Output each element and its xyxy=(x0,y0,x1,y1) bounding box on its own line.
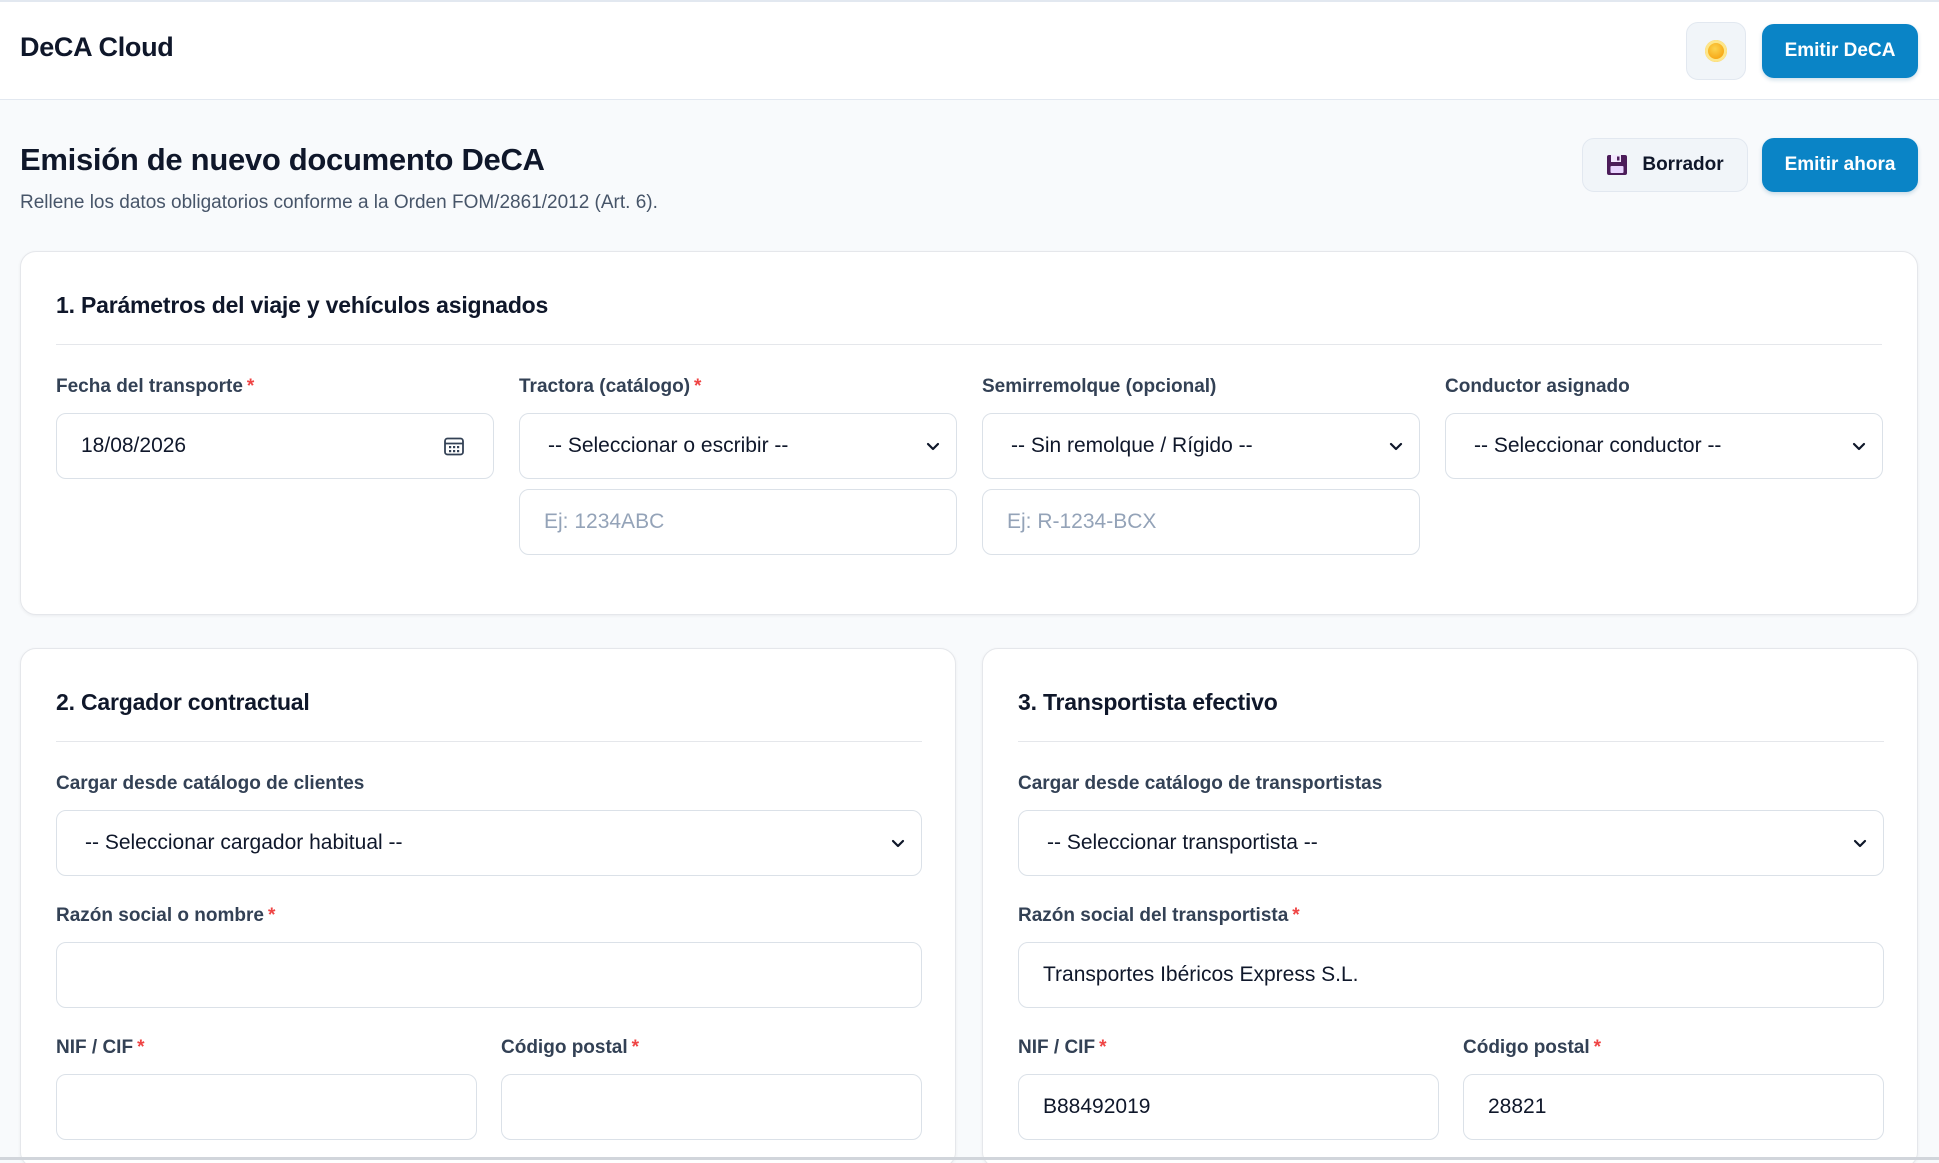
carrier-name-value: Transportes Ibéricos Express S.L. xyxy=(1043,963,1359,986)
section-2-title: 2. Cargador contractual xyxy=(56,689,310,715)
section-1-divider xyxy=(56,344,1882,345)
page-subtitle: Rellene los datos obligatorios conforme … xyxy=(20,192,658,213)
section-2-divider xyxy=(56,741,922,742)
shipper-catalog-label: Cargar desde catálogo de clientes xyxy=(56,773,365,794)
chevron-down-icon xyxy=(1852,442,1866,451)
chevron-down-icon xyxy=(1389,442,1403,451)
required-asterisk: * xyxy=(137,1037,145,1058)
top-bar: DeCA Cloud Emitir DeCA xyxy=(0,0,1939,100)
tractor-select-value: -- Seleccionar o escribir -- xyxy=(548,434,789,457)
chevron-down-icon xyxy=(891,839,905,848)
trailer-select-value: -- Sin remolque / Rígido -- xyxy=(1011,434,1253,457)
chevron-down-icon xyxy=(1853,839,1867,848)
emit-now-button[interactable]: Emitir ahora xyxy=(1762,138,1918,192)
carrier-postal-input[interactable]: 28821 xyxy=(1463,1074,1884,1140)
page-title: Emisión de nuevo documento DeCA xyxy=(20,142,545,177)
shipper-name-label: Razón social o nombre * xyxy=(56,905,276,926)
section-3-divider xyxy=(1018,741,1884,742)
floppy-disk-icon xyxy=(1607,155,1628,175)
trailer-plate-input[interactable]: Ej: R-1234-BCX xyxy=(982,489,1420,555)
carrier-card: 3. Transportista efectivo Cargar desde c… xyxy=(982,648,1918,1163)
carrier-name-label: Razón social del transportista * xyxy=(1018,905,1300,926)
trailer-label: Semirremolque (opcional) xyxy=(982,376,1217,397)
shipper-nif-input[interactable] xyxy=(56,1074,477,1140)
shipper-card: 2. Cargador contractual Cargar desde cat… xyxy=(20,648,956,1163)
section-1-title: 1. Parámetros del viaje y vehículos asig… xyxy=(56,292,549,318)
carrier-catalog-value: -- Seleccionar transportista -- xyxy=(1047,831,1318,854)
window-bottom-edge xyxy=(0,1157,1939,1160)
required-asterisk: * xyxy=(267,905,276,926)
section-3-title: 3. Transportista efectivo xyxy=(1018,689,1278,715)
required-asterisk: * xyxy=(246,376,255,397)
carrier-nif-label: NIF / CIF * xyxy=(1018,1037,1107,1058)
carrier-nif-value: B88492019 xyxy=(1043,1095,1151,1118)
chevron-down-icon xyxy=(926,442,940,451)
carrier-postal-value: 28821 xyxy=(1488,1095,1547,1118)
carrier-nif-input[interactable]: B88492019 xyxy=(1018,1074,1439,1140)
carrier-catalog-label: Cargar desde catálogo de transportistas xyxy=(1018,773,1383,794)
shipper-name-input[interactable] xyxy=(56,942,922,1008)
trip-parameters-card: 1. Parámetros del viaje y vehículos asig… xyxy=(20,251,1918,615)
shipper-catalog-value: -- Seleccionar cargador habitual -- xyxy=(85,831,403,854)
date-label: Fecha del transporte * xyxy=(56,376,255,397)
tractor-select[interactable]: -- Seleccionar o escribir -- xyxy=(519,413,957,479)
required-asterisk: * xyxy=(1292,905,1300,926)
tractor-label: Tractora (catálogo) * xyxy=(519,376,702,397)
driver-select[interactable]: -- Seleccionar conductor -- xyxy=(1445,413,1883,479)
shipper-postal-input[interactable] xyxy=(501,1074,922,1140)
required-asterisk: * xyxy=(694,376,702,397)
driver-label: Conductor asignado xyxy=(1445,376,1630,397)
draft-button-label: Borrador xyxy=(1642,154,1724,175)
carrier-name-input[interactable]: Transportes Ibéricos Express S.L. xyxy=(1018,942,1884,1008)
draft-button[interactable]: Borrador xyxy=(1582,138,1748,192)
required-asterisk: * xyxy=(1593,1037,1602,1058)
sun-icon xyxy=(1705,40,1727,62)
emit-deca-button[interactable]: Emitir DeCA xyxy=(1762,24,1918,78)
driver-select-value: -- Seleccionar conductor -- xyxy=(1474,434,1722,457)
carrier-postal-label: Código postal * xyxy=(1463,1037,1602,1058)
tractor-plate-input[interactable]: Ej: 1234ABC xyxy=(519,489,957,555)
required-asterisk: * xyxy=(631,1037,640,1058)
shipper-catalog-select[interactable]: -- Seleccionar cargador habitual -- xyxy=(56,810,922,876)
transport-date-input[interactable]: 18/08/2026 xyxy=(56,413,494,479)
carrier-catalog-select[interactable]: -- Seleccionar transportista -- xyxy=(1018,810,1884,876)
app-title: DeCA Cloud xyxy=(20,32,174,62)
tractor-plate-placeholder: Ej: 1234ABC xyxy=(544,510,665,533)
trailer-plate-placeholder: Ej: R-1234-BCX xyxy=(1007,510,1157,533)
shipper-nif-label: NIF / CIF * xyxy=(56,1037,145,1058)
theme-toggle-button[interactable] xyxy=(1686,22,1746,80)
required-asterisk: * xyxy=(1099,1037,1107,1058)
shipper-postal-label: Código postal * xyxy=(501,1037,640,1058)
transport-date-value: 18/08/2026 xyxy=(81,434,187,457)
calendar-icon[interactable] xyxy=(443,435,465,457)
trailer-select[interactable]: -- Sin remolque / Rígido -- xyxy=(982,413,1420,479)
